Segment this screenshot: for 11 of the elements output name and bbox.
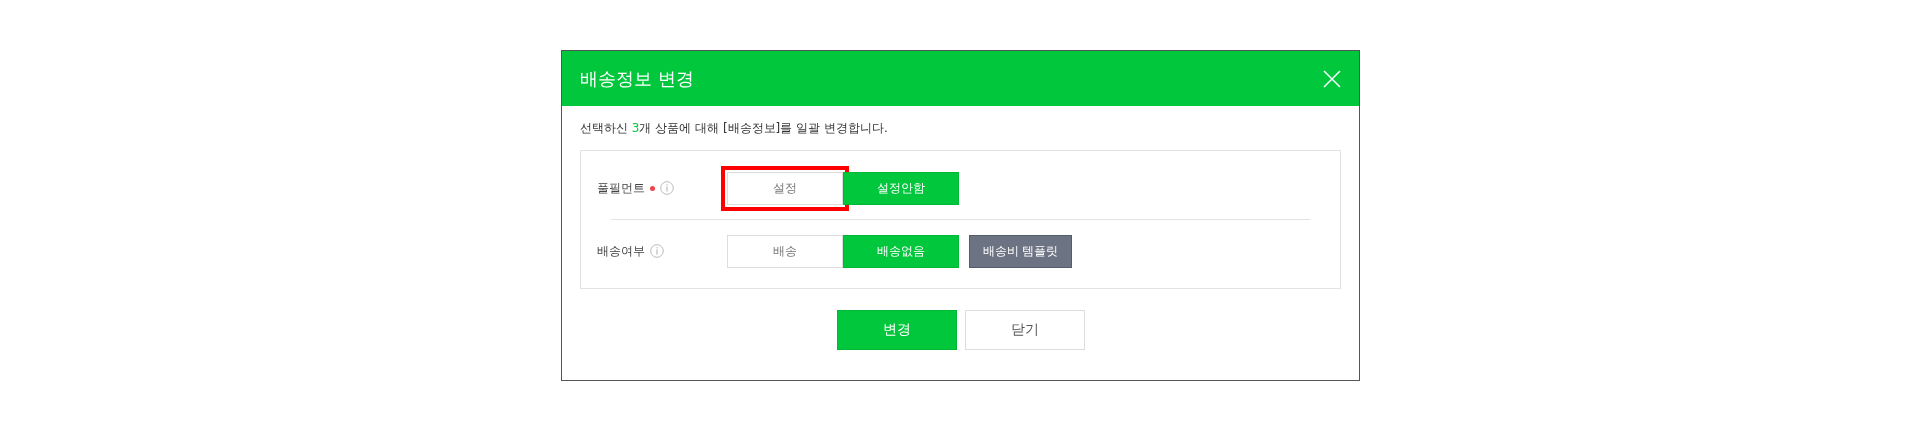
field-label: 풀필먼트 [597, 179, 645, 197]
close-button[interactable]: 닫기 [964, 310, 1085, 350]
field-label: 배송여부 [597, 242, 645, 260]
info-icon[interactable] [650, 244, 664, 258]
description-text: 선택하신 3개 상품에 대해 [배송정보]를 일괄 변경합니다. [580, 120, 889, 137]
option-button[interactable]: 배송 [727, 234, 843, 268]
info-icon[interactable] [660, 181, 674, 195]
close-icon[interactable] [1323, 69, 1341, 88]
template-button[interactable]: 배송비 템플릿 [969, 234, 1072, 268]
dialog-title: 배송정보 변경 [580, 66, 694, 91]
option-button[interactable]: 설정 [727, 171, 843, 205]
